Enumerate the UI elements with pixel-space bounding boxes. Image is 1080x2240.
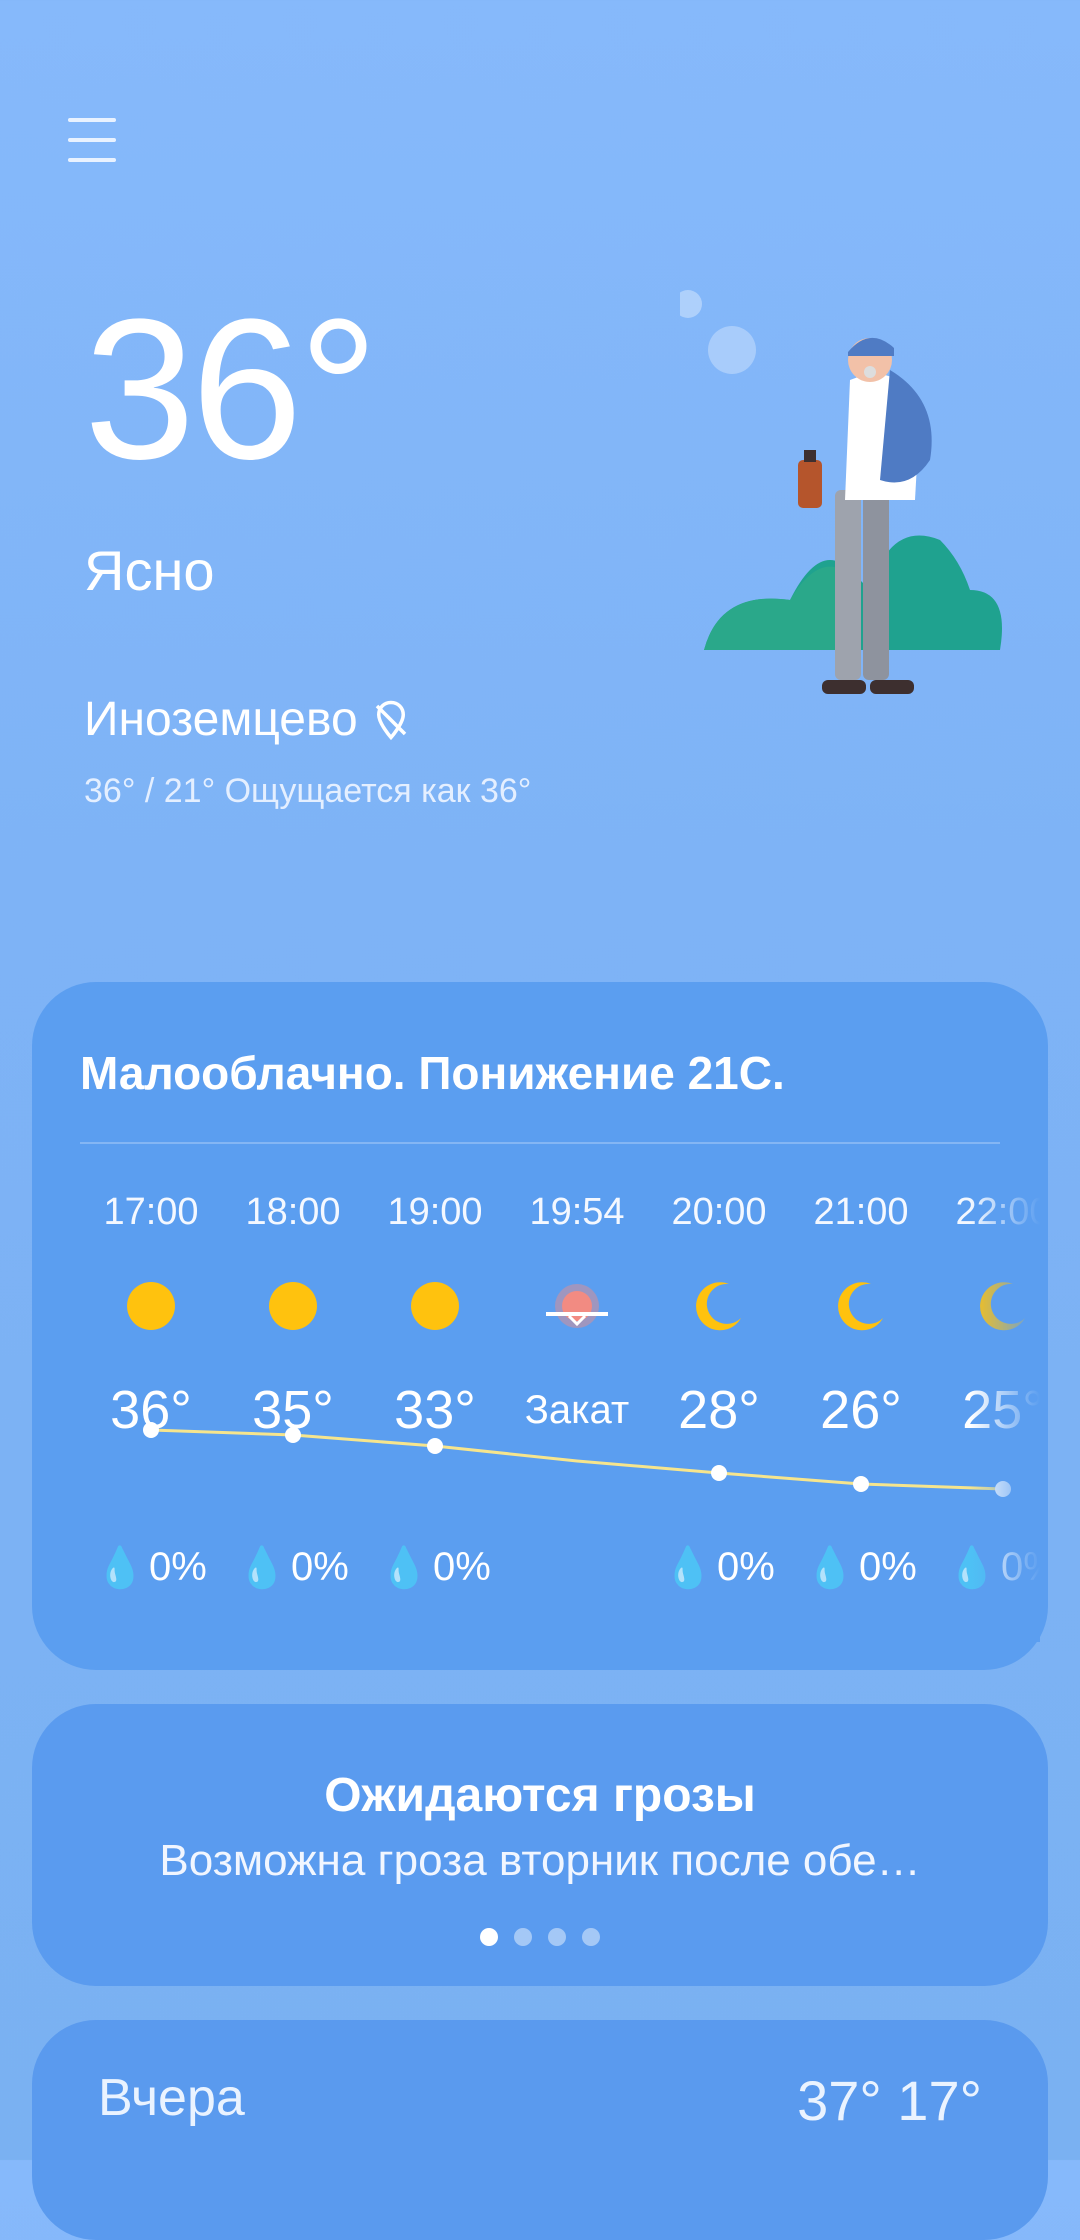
trend-point [143,1422,159,1438]
min-max-feels: 36° / 21° Ощущается как 36° [84,772,532,810]
yesterday-temps: 37° 17° [797,2069,982,2132]
page-dot [480,1928,498,1946]
current-temperature: 36° [84,278,378,501]
yesterday-label: Вчера [98,2069,245,2127]
weather-illustration [680,290,1002,694]
page-dot [514,1928,532,1946]
trend-point [285,1427,301,1443]
weather-alert-card[interactable]: Ожидаются грозы Возможна гроза вторник п… [32,1704,1048,1986]
page-dot [582,1928,600,1946]
trend-point [711,1465,727,1481]
trend-point [853,1476,869,1492]
location[interactable]: Иноземцево [84,692,412,747]
hourly-scroll[interactable]: 17:00 36° 💧 0% 18:00 35° 💧 0% 19:00 33° 💧 0… [80,1182,1040,1642]
menu-icon-line [68,118,116,122]
current-condition: Ясно [84,539,215,602]
menu-button[interactable] [68,118,124,174]
hourly-summary: Малооблачно. Понижение 21С. [80,1047,785,1099]
menu-icon-line [68,138,116,142]
divider [80,1142,1000,1144]
alert-title: Ожидаются грозы [324,1769,756,1822]
scroll-fade [970,1182,1040,1642]
trend-point [427,1438,443,1454]
menu-icon-line [68,158,116,162]
location-name: Иноземцево [84,693,358,746]
alert-text: Возможна гроза вторник после обе… [159,1836,921,1885]
hourly-forecast-card[interactable]: Малооблачно. Понижение 21С. 17:00 36° 💧 0… [32,982,1048,1670]
page-indicator [32,1928,1048,1946]
page-dot [548,1928,566,1946]
yesterday-card[interactable]: Вчера 37° 17° [32,2020,1048,2240]
location-off-icon [375,700,406,740]
temperature-trend-line [143,1422,1011,1497]
